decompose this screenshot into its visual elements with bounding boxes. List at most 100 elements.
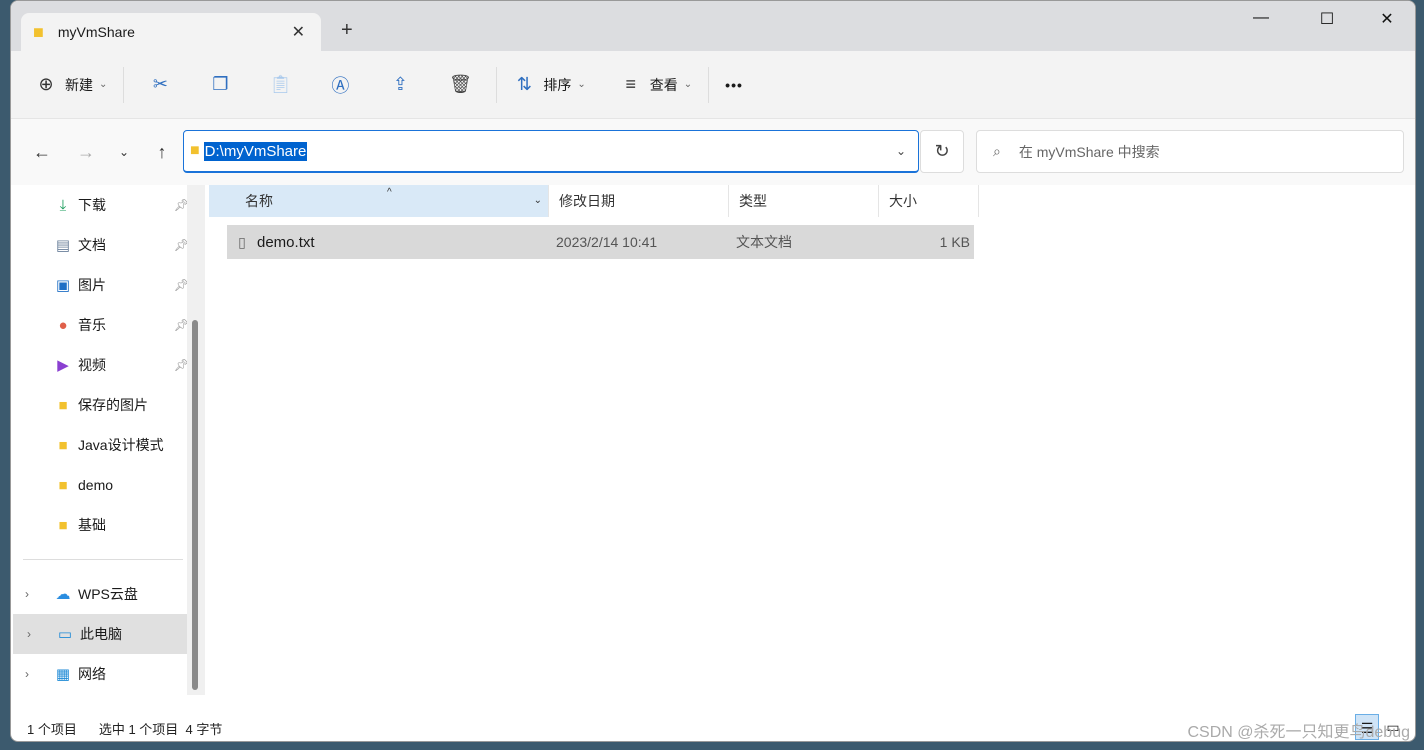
divider — [123, 66, 125, 103]
sidebar-item-saved-pictures[interactable]: ■ 保存的图片 — [11, 385, 201, 425]
up-icon[interactable]: ↑ — [143, 142, 181, 163]
divider — [708, 66, 710, 103]
maximize-button[interactable]: ☐ — [1307, 9, 1347, 29]
chevron-right-icon[interactable]: › — [27, 627, 31, 641]
close-tab-icon[interactable]: ✕ — [292, 22, 305, 42]
cloud-icon: ☁ — [55, 586, 71, 603]
plus-circle-icon: ⊕ — [38, 74, 54, 94]
file-type: 文本文档 — [736, 234, 792, 250]
label: demo — [78, 477, 114, 493]
sidebar-item-documents[interactable]: ▤ 文档 📌︎ — [11, 225, 201, 265]
file-name: demo.txt — [257, 233, 315, 251]
sidebar-item-music[interactable]: ● 音乐 📌︎ — [11, 305, 201, 345]
paste-icon[interactable]: 📋︎ — [250, 74, 310, 95]
chevron-down-icon[interactable]: ⌄ — [534, 185, 542, 217]
status-bar: 1 个项目 选中 1 个项目 4 字节 — [11, 713, 223, 741]
sort-ascending-icon: ^ — [387, 187, 392, 198]
item-count: 1 个项目 — [27, 721, 77, 737]
label: 此电脑 — [80, 626, 122, 642]
share-icon[interactable]: ⇪ — [370, 74, 430, 95]
label: 文档 — [78, 237, 106, 253]
tab-title: myVmShare — [57, 24, 135, 40]
folder-icon: ■ — [58, 516, 68, 534]
folder-icon: ■ — [58, 436, 68, 454]
sort-label: 排序 — [543, 76, 572, 93]
search-icon: ⌕ — [993, 143, 1001, 159]
column-modified[interactable]: 修改日期 — [549, 185, 729, 217]
cut-icon[interactable]: ✂ — [130, 74, 190, 95]
new-button[interactable]: ⊕ 新建 ⌄ — [25, 65, 117, 105]
text-file-icon: ▯ — [238, 233, 246, 250]
column-name[interactable]: 名称 ^ ⌄ — [209, 185, 549, 217]
search-box[interactable]: ⌕ 在 myVmShare 中搜索 — [976, 130, 1404, 173]
folder-icon: ■ — [58, 396, 68, 414]
sidebar-item-downloads[interactable]: ⤓ 下载 📌︎ — [11, 185, 201, 225]
file-explorer-window: ■ myVmShare ✕ + — ☐ ✕ ⊕ 新建 ⌄ ✂ ❐ 📋︎ Ⓐ ⇪ 🗑︎… — [10, 0, 1416, 742]
label: WPS云盘 — [78, 586, 138, 602]
divider — [496, 66, 498, 103]
address-text[interactable]: D:\myVmShare — [203, 141, 308, 161]
delete-icon[interactable]: 🗑︎ — [430, 74, 490, 95]
sidebar-item-videos[interactable]: ▶ 视频 📌︎ — [11, 345, 201, 385]
column-size[interactable]: 大小 — [879, 185, 979, 217]
watermark: CSDN @杀死一只知更鸟debug — [1187, 724, 1410, 741]
address-bar[interactable]: ■ D:\myVmShare ⌄ — [183, 130, 919, 173]
file-modified: 2023/2/14 10:41 — [556, 234, 658, 250]
minimize-button[interactable]: — — [1241, 9, 1281, 27]
back-icon[interactable]: ← — [23, 142, 61, 163]
file-row[interactable]: ▯ demo.txt 2023/2/14 10:41 文本文档 1 KB — [227, 225, 974, 259]
search-placeholder: 在 myVmShare 中搜索 — [1018, 143, 1160, 160]
label: 网络 — [78, 666, 106, 682]
folder-icon: ■ — [58, 476, 68, 494]
scrollbar-thumb[interactable] — [192, 320, 198, 690]
sidebar-item-wps-cloud[interactable]: › ☁ WPS云盘 — [11, 574, 201, 614]
videos-icon: ▶ — [57, 357, 69, 374]
computer-icon: ▭ — [57, 626, 73, 643]
new-tab-button[interactable]: + — [341, 19, 353, 42]
network-icon: ▦ — [55, 666, 71, 683]
file-size: 1 KB — [939, 234, 970, 250]
sidebar-item-basics[interactable]: ■ 基础 — [11, 505, 201, 545]
file-list: 名称 ^ ⌄ 修改日期 类型 大小 ▯ demo.txt 2023/2/14 10:… — [209, 185, 1415, 695]
label: 视频 — [78, 357, 106, 373]
pictures-icon: ▣ — [55, 277, 71, 294]
label: 保存的图片 — [78, 397, 148, 413]
label: Java设计模式 — [78, 437, 164, 453]
column-headers: 名称 ^ ⌄ 修改日期 类型 大小 — [209, 185, 1415, 217]
folder-icon: ■ — [190, 142, 200, 159]
label: 下载 — [78, 197, 106, 213]
rename-icon[interactable]: Ⓐ — [310, 72, 370, 98]
recent-locations-icon[interactable]: ⌄ — [105, 145, 143, 159]
more-options-button[interactable]: ••• — [715, 65, 753, 105]
forward-icon[interactable]: → — [67, 142, 105, 163]
navigation-pane: ⤓ 下载 📌︎ ▤ 文档 📌︎ ▣ 图片 📌︎ ● 音乐 📌︎ ▶ 视频 📌︎ ■ 保存的图片 ■ Ja… — [11, 185, 201, 695]
column-type[interactable]: 类型 — [729, 185, 879, 217]
sidebar-item-pictures[interactable]: ▣ 图片 📌︎ — [11, 265, 201, 305]
copy-icon[interactable]: ❐ — [190, 74, 250, 95]
sidebar-item-network[interactable]: › ▦ 网络 — [11, 654, 201, 694]
download-icon: ⤓ — [59, 196, 67, 214]
documents-icon: ▤ — [55, 237, 71, 254]
address-dropdown-icon[interactable]: ⌄ — [896, 144, 906, 158]
sidebar-scrollbar[interactable] — [187, 185, 205, 695]
sort-button[interactable]: ⇅ 排序 ⌄ — [503, 65, 595, 105]
chevron-right-icon[interactable]: › — [25, 587, 29, 601]
selection-info: 选中 1 个项目 4 字节 — [98, 721, 223, 737]
label: 图片 — [78, 277, 106, 293]
command-bar: ⊕ 新建 ⌄ ✂ ❐ 📋︎ Ⓐ ⇪ 🗑︎ ⇅ 排序 ⌄ ≡ 查看 ⌄ ••• — [11, 51, 1415, 119]
refresh-button[interactable]: ↻ — [920, 130, 964, 173]
divider — [23, 559, 183, 560]
tab-myvmshare[interactable]: ■ myVmShare ✕ — [21, 13, 321, 51]
label: 基础 — [78, 517, 106, 533]
sidebar-item-this-pc[interactable]: › ▭ 此电脑 — [13, 614, 201, 654]
new-label: 新建 — [65, 76, 93, 93]
label: 音乐 — [78, 317, 106, 333]
sidebar-item-java[interactable]: ■ Java设计模式 — [11, 425, 201, 465]
view-button[interactable]: ≡ 查看 ⌄ — [610, 65, 702, 105]
folder-icon: ■ — [33, 21, 44, 42]
sort-icon: ⇅ — [516, 74, 532, 94]
music-icon: ● — [58, 316, 68, 334]
chevron-right-icon[interactable]: › — [25, 667, 29, 681]
close-window-button[interactable]: ✕ — [1367, 9, 1407, 29]
sidebar-item-demo[interactable]: ■ demo — [11, 465, 201, 505]
